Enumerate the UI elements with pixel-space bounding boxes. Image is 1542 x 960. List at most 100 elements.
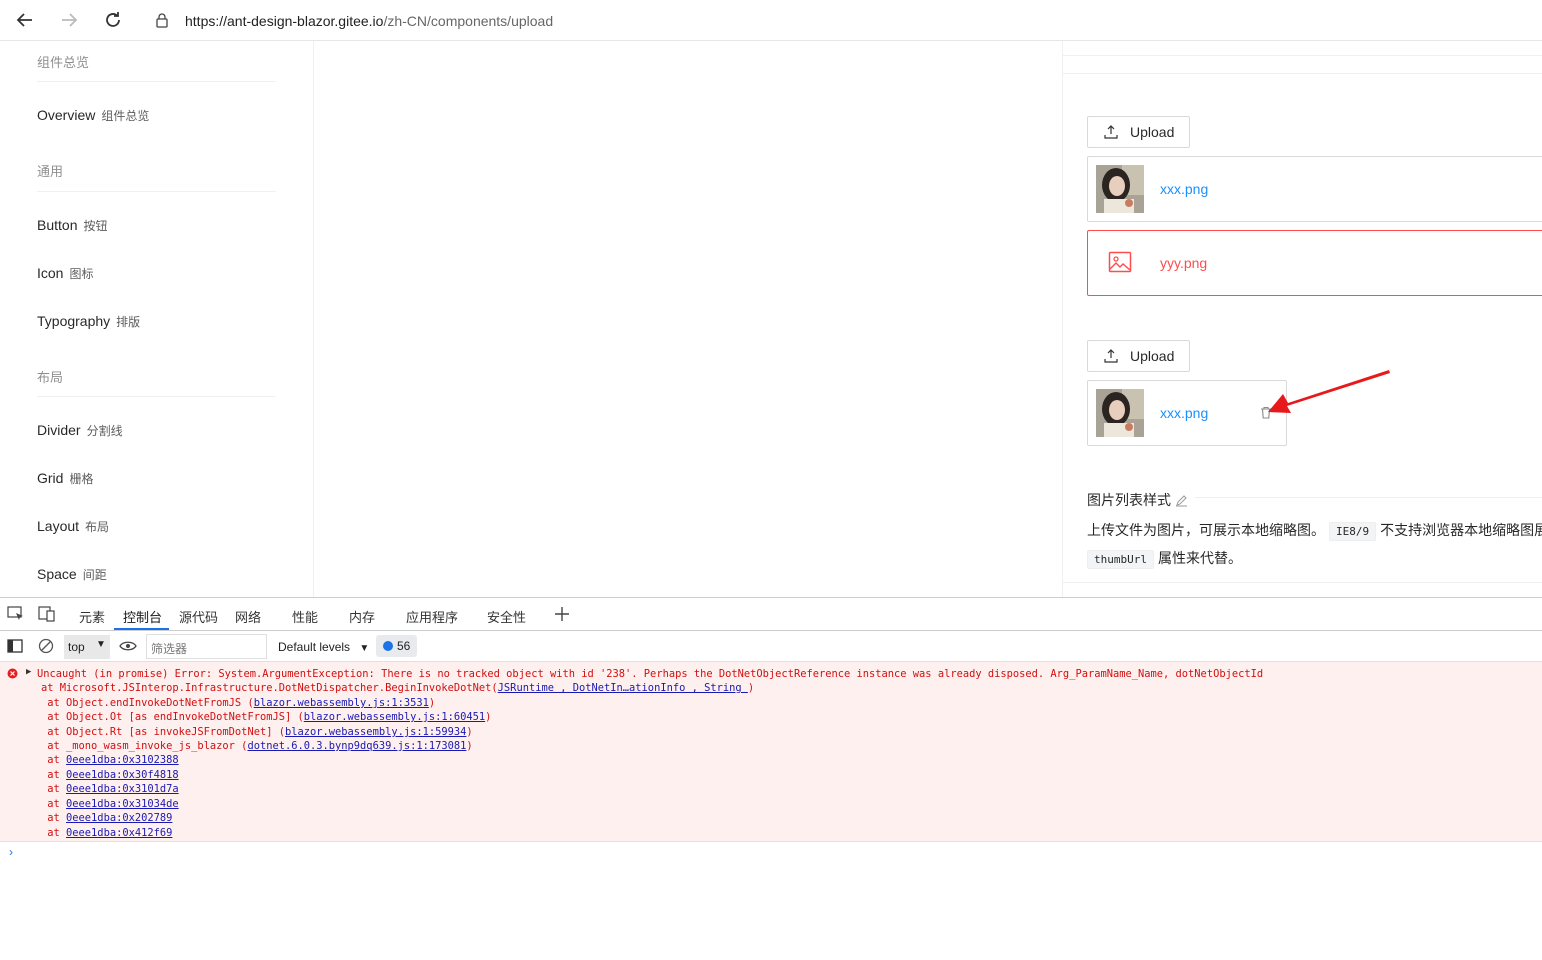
- stack-text: ): [466, 726, 473, 738]
- menu-label-cn: 排版: [116, 315, 141, 329]
- stack-text: at: [41, 798, 67, 810]
- stack-link[interactable]: 0eee1dba:0x3102388: [66, 754, 179, 766]
- section-title-text: 图片列表样式: [1087, 492, 1171, 508]
- inline-code: IE8/9: [1329, 522, 1377, 541]
- tab-sources[interactable]: 源代码: [179, 607, 218, 626]
- context-select[interactable]: top ▼: [64, 635, 110, 659]
- upload-list-item-error: yyy.png: [1087, 230, 1542, 296]
- address-bar[interactable]: https://ant-design-blazor.gitee.io/zh-CN…: [143, 4, 1542, 37]
- tab-elements[interactable]: 元素: [79, 607, 105, 626]
- active-tab-indicator: [114, 628, 169, 630]
- dropdown-arrow-icon: ▼: [96, 639, 106, 650]
- tab-security[interactable]: 安全性: [487, 607, 526, 626]
- upload-button[interactable]: Upload: [1087, 340, 1190, 372]
- tab-console[interactable]: 控制台: [123, 607, 162, 626]
- tab-application[interactable]: 应用程序: [406, 607, 458, 626]
- stack-text: at Object.Rt [as invokeJSFromDotNet] (: [41, 726, 285, 738]
- url-path: /zh-CN/components/upload: [383, 13, 554, 29]
- menu-label-cn: 组件总览: [101, 109, 150, 123]
- upload-button[interactable]: Upload: [1087, 116, 1190, 148]
- upload-list-item: xxx.png: [1087, 380, 1287, 446]
- upload-icon: [1104, 349, 1118, 363]
- stack-line: at Object.Ot [as endInvokeDotNetFromJS] …: [41, 711, 491, 723]
- back-button[interactable]: [13, 8, 37, 32]
- sidebar-item-icon[interactable]: Icon 图标: [37, 265, 93, 282]
- url-text: https://ant-design-blazor.gitee.io/zh-CN…: [185, 13, 553, 29]
- file-name-link[interactable]: xxx.png: [1160, 181, 1208, 197]
- stack-text: ): [747, 682, 755, 694]
- sidebar-item-overview[interactable]: Overview 组件总览: [37, 107, 149, 124]
- stack-link[interactable]: blazor.webassembly.js:1:59934: [285, 726, 466, 738]
- section-divider: [1195, 497, 1542, 498]
- stack-link[interactable]: 0eee1dba:0x412f69: [66, 827, 172, 839]
- stack-link[interactable]: 0eee1dba:0x3101d7a: [66, 783, 179, 795]
- tab-performance[interactable]: 性能: [292, 607, 318, 626]
- eye-icon[interactable]: [119, 640, 137, 652]
- stack-text: at: [41, 754, 67, 766]
- stack-line: at 0eee1dba:0x3102388: [41, 754, 179, 766]
- delete-icon[interactable]: [1260, 406, 1272, 419]
- forward-button[interactable]: [57, 8, 81, 32]
- expand-triangle-icon[interactable]: ▶: [26, 667, 31, 677]
- stack-text: ): [428, 697, 436, 709]
- section-description-line1: 上传文件为图片，可展示本地缩略图。 IE8/9 不支持浏览器本地缩略图展: [1087, 520, 1542, 541]
- stack-link[interactable]: 0eee1dba:0x30f4818: [66, 769, 179, 781]
- sidebar-item-button[interactable]: Button 按钮: [37, 217, 108, 234]
- message-icon: [383, 641, 393, 651]
- stack-line: at 0eee1dba:0x3101d7a: [41, 783, 179, 795]
- device-toolbar-icon[interactable]: [38, 606, 56, 622]
- sidebar-item-typography[interactable]: Typography 排版: [37, 313, 140, 330]
- clear-console-icon[interactable]: [38, 638, 54, 654]
- edit-icon[interactable]: [1175, 494, 1188, 507]
- upload-icon: [1104, 125, 1118, 139]
- desc-text: 属性来代替。: [1157, 550, 1242, 566]
- menu-label: Button: [37, 217, 78, 233]
- stack-link[interactable]: 0eee1dba:0x31034de: [66, 798, 179, 810]
- desc-text: 不支持浏览器本地缩略图展: [1380, 522, 1542, 538]
- image-thumbnail[interactable]: [1096, 165, 1144, 213]
- file-name-link[interactable]: yyy.png: [1160, 255, 1207, 271]
- group-title-overview: 组件总览: [37, 55, 90, 70]
- message-count: 56: [397, 639, 411, 653]
- sidebar-item-grid[interactable]: Grid 栅格: [37, 470, 93, 487]
- tab-network[interactable]: 网络: [235, 607, 261, 626]
- context-value: top: [68, 640, 85, 654]
- demo-panel: Upload xxx.png yyy.png Upload xxx.png 图片…: [1062, 41, 1542, 597]
- console-prompt-icon[interactable]: ›: [9, 845, 13, 859]
- group-title-layout: 布局: [37, 370, 64, 385]
- inline-code: thumbUrl: [1087, 550, 1154, 569]
- menu-label-cn: 按钮: [83, 219, 108, 233]
- stack-link[interactable]: blazor.webassembly.js:1:60451: [304, 711, 485, 723]
- stack-text: ): [485, 711, 492, 723]
- upload-button-label: Upload: [1130, 348, 1175, 364]
- stack-text: at Object.endInvokeDotNetFromJS (: [41, 697, 254, 709]
- menu-label: Space: [37, 566, 77, 582]
- filter-input[interactable]: 筛选器: [146, 634, 267, 659]
- devtools-tab-bar: 元素 控制台 源代码 网络 性能 内存 应用程序 安全性: [0, 598, 1542, 631]
- sidebar-toggle-icon[interactable]: [7, 639, 23, 653]
- inspect-element-icon[interactable]: [7, 606, 25, 622]
- stack-link[interactable]: blazor.webassembly.js:1:3531: [254, 697, 429, 709]
- group-divider: [37, 191, 276, 192]
- stack-link[interactable]: dotnet.6.0.3.bynp9dq639.js:1:173081: [247, 740, 466, 752]
- sidebar-item-layout[interactable]: Layout 布局: [37, 518, 109, 535]
- stack-link[interactable]: JSRuntime , DotNetIn…ationInfo , String: [498, 682, 748, 694]
- image-thumbnail[interactable]: [1096, 389, 1144, 437]
- forward-arrow-icon: [62, 13, 78, 27]
- file-name-link[interactable]: xxx.png: [1160, 405, 1208, 421]
- sidebar-item-space[interactable]: Space 间距: [37, 566, 107, 583]
- browser-toolbar: https://ant-design-blazor.gitee.io/zh-CN…: [0, 0, 1542, 41]
- sidebar-item-divider[interactable]: Divider 分割线: [37, 422, 123, 439]
- console-toolbar: top ▼ 筛选器 Default levels ▼ 56: [0, 631, 1542, 662]
- message-count-badge[interactable]: 56: [376, 635, 417, 657]
- menu-label: Overview: [37, 107, 96, 123]
- stack-link[interactable]: 0eee1dba:0x202789: [66, 812, 172, 824]
- add-tab-icon[interactable]: [554, 606, 570, 622]
- tab-memory[interactable]: 内存: [349, 607, 375, 626]
- group-divider: [37, 81, 276, 82]
- menu-label-cn: 布局: [85, 520, 110, 534]
- log-levels-dropdown[interactable]: Default levels ▼: [278, 640, 369, 654]
- component-sidebar: 组件总览 Overview 组件总览 通用 Button 按钮 Icon 图标 Typ…: [0, 41, 314, 597]
- section-description-line2: thumbUrl 属性来代替。: [1087, 548, 1242, 569]
- reload-button[interactable]: [101, 8, 125, 32]
